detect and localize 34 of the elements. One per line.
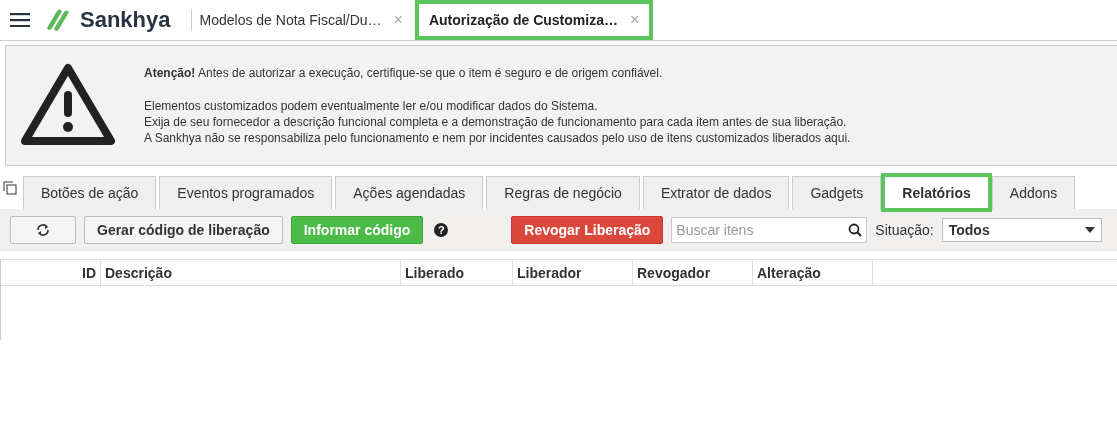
open-tab[interactable]: Autorização de Customiza… × [418, 4, 650, 36]
search-field[interactable]: Buscar itens [671, 217, 868, 243]
column-header[interactable]: Alteração [753, 260, 873, 285]
open-tab[interactable]: Modelos de Nota Fiscal/Du… × [190, 9, 409, 31]
tab[interactable]: Relatórios [884, 176, 989, 209]
tab[interactable]: Addons [991, 176, 1076, 209]
warning-text: Exija de seu fornecedor a descrição funcional completa e a demonstração de funcionamento para cada item antes de sua liberação. [144, 114, 848, 130]
column-header[interactable]: Liberador [513, 260, 633, 285]
generate-code-button[interactable]: Gerar código de liberação [84, 216, 283, 244]
tab[interactable]: Extrator de dados [642, 176, 790, 209]
tab[interactable]: Gadgets [792, 176, 882, 209]
column-header[interactable]: Descrição [101, 260, 401, 285]
logo-icon [44, 8, 72, 32]
revoke-button[interactable]: Revogar Liberação [511, 216, 664, 244]
logo-text: Sankhya [80, 7, 171, 33]
warning-text: Atenção! Antes de autorizar a execução, certifique-se que o item é seguro e de origem confiável. [144, 65, 664, 81]
warning-text: A Sankhya não se responsabiliza pelo funcionamento e nem por incidentes causados pelo uso de itens customizados liberados aqui. [144, 130, 851, 146]
search-icon[interactable] [848, 223, 863, 237]
column-header[interactable]: Liberado [401, 260, 513, 285]
refresh-button[interactable] [10, 216, 76, 244]
column-header[interactable]: Revogador [633, 260, 753, 285]
status-label: Situação: [875, 222, 934, 238]
column-header[interactable]: ID [1, 260, 101, 285]
copy-icon[interactable] [3, 181, 17, 195]
tab[interactable]: Regras de negócio [486, 176, 640, 209]
refresh-icon [36, 223, 50, 237]
status-dropdown[interactable]: Todos [941, 218, 1102, 242]
menu-icon[interactable] [10, 13, 30, 27]
warning-text: Elementos customizados podem eventualmente ler e/ou modificar dados do Sistema. [144, 98, 599, 114]
help-icon[interactable]: ? [434, 223, 449, 237]
tab[interactable]: Eventos programados [159, 176, 333, 209]
tab[interactable]: Ações agendadas [335, 176, 484, 209]
caret-icon [1084, 227, 1095, 233]
tab[interactable]: Botões de ação [23, 176, 157, 209]
